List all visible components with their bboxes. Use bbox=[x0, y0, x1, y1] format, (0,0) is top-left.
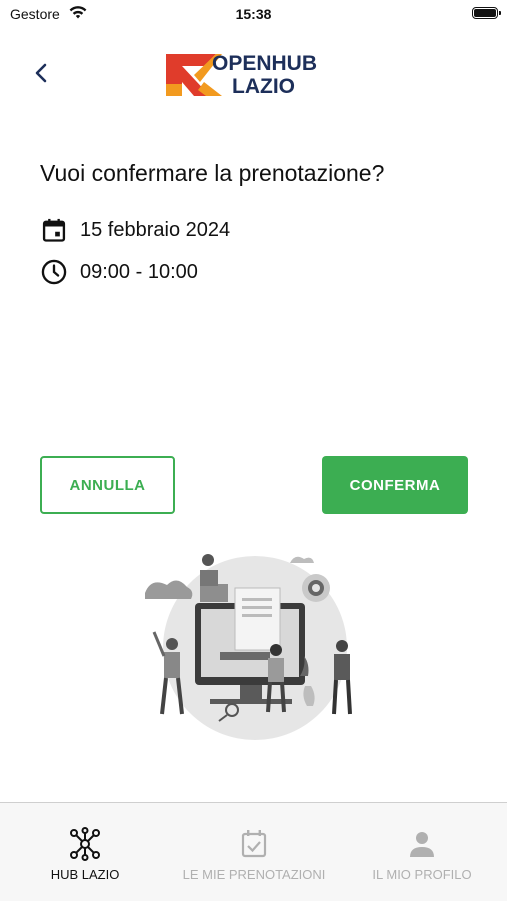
status-bar: Gestore 15:38 bbox=[0, 0, 507, 30]
tab-hub-lazio-label: HUB LAZIO bbox=[50, 867, 120, 882]
calendar-check-icon bbox=[241, 830, 267, 858]
tab-my-profile-label: IL MIO PROFILO bbox=[372, 867, 472, 882]
confirm-question-title: Vuoi confermare la prenotazione? bbox=[40, 160, 385, 186]
booking-time-range: 09:00 - 10:00 bbox=[80, 260, 198, 283]
person-icon bbox=[410, 832, 434, 857]
clock-time: 15:38 bbox=[235, 6, 272, 22]
bottom-tab-bar: HUB LAZIO LE MIE PRENOTAZIONI IL MIO PRO… bbox=[0, 802, 507, 901]
booking-illustration bbox=[145, 554, 352, 740]
network-icon bbox=[70, 827, 100, 861]
clock-icon bbox=[41, 259, 67, 285]
logo-text-line2: LAZIO bbox=[232, 75, 295, 98]
logo-text-line1: OPENHUB bbox=[212, 52, 318, 75]
back-chevron-icon[interactable] bbox=[30, 58, 54, 88]
tab-my-bookings-label: LE MIE PRENOTAZIONI bbox=[182, 867, 326, 882]
confirm-button[interactable]: CONFERMA bbox=[322, 456, 468, 514]
tab-my-profile[interactable]: IL MIO PROFILO bbox=[364, 803, 480, 901]
tab-hub-lazio[interactable]: HUB LAZIO bbox=[34, 803, 136, 901]
cancel-button[interactable]: ANNULLA bbox=[40, 456, 175, 514]
tab-my-bookings[interactable]: LE MIE PRENOTAZIONI bbox=[170, 803, 338, 901]
openhub-lazio-logo: OPENHUB LAZIO bbox=[164, 52, 334, 98]
battery-icon bbox=[472, 7, 501, 19]
booking-date: 15 febbraio 2024 bbox=[80, 218, 231, 241]
calendar-icon bbox=[42, 218, 66, 242]
booking-time-row: 09:00 - 10:00 bbox=[40, 258, 198, 286]
booking-date-row: 15 febbraio 2024 bbox=[40, 216, 230, 244]
